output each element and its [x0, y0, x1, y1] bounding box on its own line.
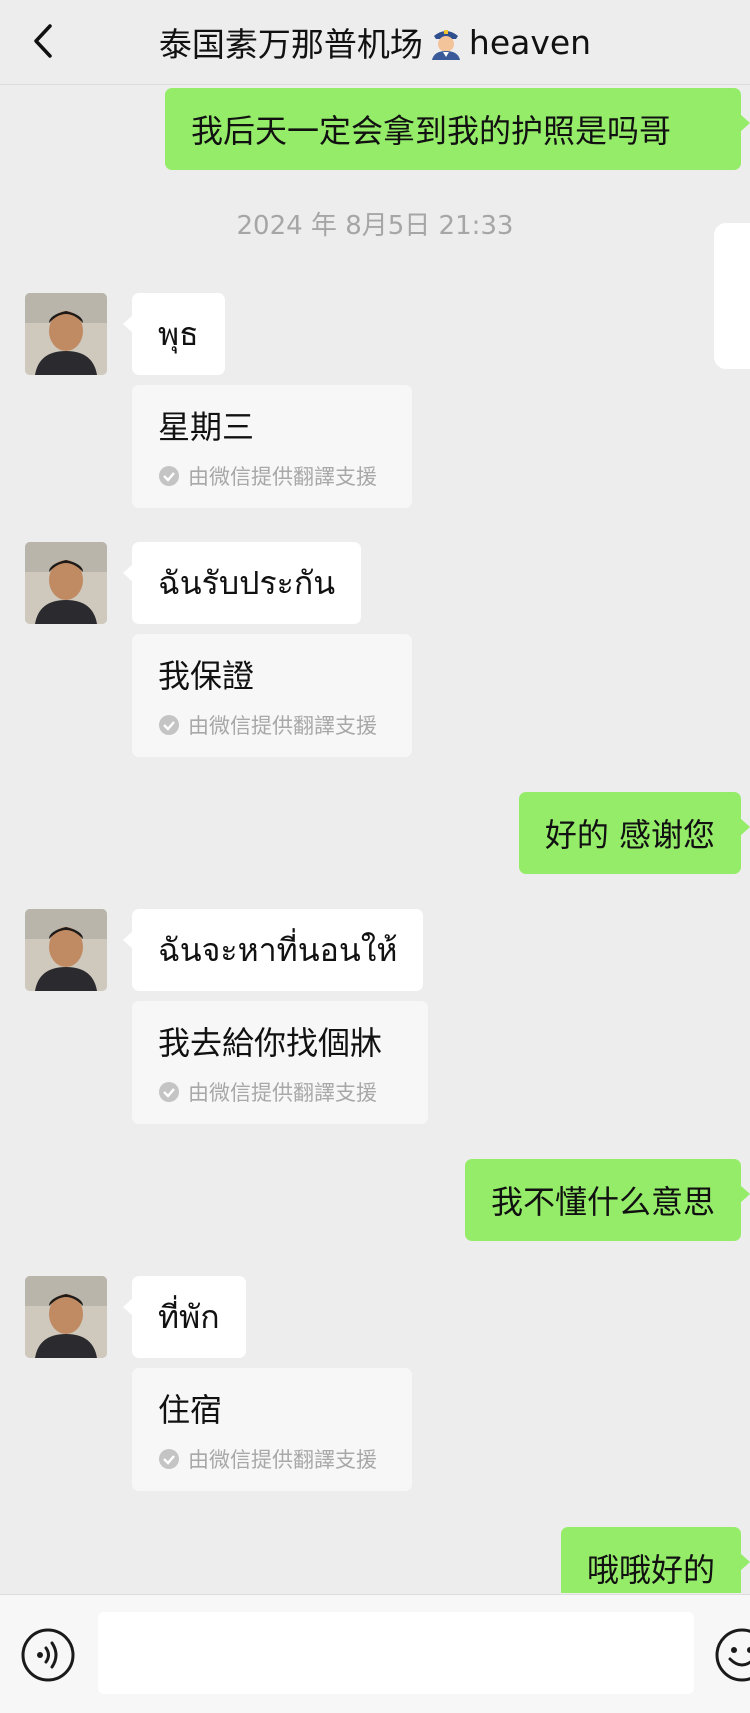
chat-title: 泰国素万那普机场 heaven: [110, 0, 640, 84]
check-circle-icon: [159, 1449, 179, 1469]
avatar[interactable]: [25, 293, 107, 375]
check-circle-icon: [159, 1082, 179, 1102]
translation-bubble[interactable]: 星期三 由微信提供翻譯支援: [132, 385, 412, 508]
outgoing-message[interactable]: 哦哦好的: [560, 1527, 750, 1593]
chevron-left-icon[interactable]: [22, 18, 68, 64]
emoji-icon[interactable]: [714, 1627, 750, 1683]
message-timestamp: 2024 年 8月5日 21:33: [236, 211, 514, 241]
message-text: พุธ: [158, 314, 199, 353]
avatar[interactable]: [25, 542, 107, 624]
message-text: ฉันจะหาที่นอนให้: [158, 930, 398, 969]
translation-source-text: 由微信提供翻譯支援: [188, 1448, 377, 1472]
message-text: 我不懂什么意思: [490, 1183, 715, 1221]
message-text: 哦哦好的: [586, 1551, 715, 1589]
outgoing-message[interactable]: 好的 感谢您: [518, 792, 750, 874]
translation-bubble[interactable]: 我去給你找個牀 由微信提供翻譯支援: [132, 1001, 428, 1124]
message-text: ที่พัก: [158, 1297, 220, 1336]
chat-title-text: 泰国素万那普机场: [158, 25, 423, 64]
input-bar: [0, 1594, 750, 1713]
translation-text: 星期三: [158, 408, 255, 446]
translation-text: 我去給你找個牀: [158, 1024, 383, 1062]
message-input[interactable]: [98, 1612, 694, 1694]
avatar[interactable]: [25, 909, 107, 991]
incoming-message[interactable]: ที่พัก: [123, 1276, 246, 1358]
translation-source: 由微信提供翻譯支援: [158, 1444, 388, 1474]
translation-bubble[interactable]: 住宿 由微信提供翻譯支援: [132, 1368, 412, 1491]
message-text: ฉันรับประกัน: [158, 563, 336, 602]
translation-source: 由微信提供翻譯支援: [158, 710, 388, 740]
voice-icon[interactable]: [20, 1627, 76, 1683]
incoming-message[interactable]: พุธ: [123, 293, 225, 375]
translation-source: 由微信提供翻譯支援: [158, 1077, 404, 1107]
chat-title-suffix: heaven: [468, 22, 592, 62]
incoming-message[interactable]: ฉันจะหาที่นอนให้: [122, 909, 424, 991]
incoming-message[interactable]: ฉันรับประกัน: [122, 542, 362, 624]
translation-text: 住宿: [158, 1391, 223, 1429]
translation-source: 由微信提供翻譯支援: [158, 461, 388, 491]
police-officer-icon: [431, 30, 460, 60]
translation-source-text: 由微信提供翻譯支援: [188, 465, 377, 489]
translation-text: 我保證: [158, 657, 255, 695]
check-circle-icon: [159, 715, 179, 735]
outgoing-message[interactable]: 我后天一定会拿到我的护照是吗哥: [165, 88, 750, 170]
message-list[interactable]: 我后天一定会拿到我的护照是吗哥 2024 年 8月5日 21:33 พุธ 星期…: [0, 85, 750, 1593]
outgoing-message[interactable]: 我不懂什么意思: [464, 1159, 750, 1241]
floating-card[interactable]: [714, 223, 750, 369]
check-circle-icon: [159, 466, 179, 486]
message-text: 我后天一定会拿到我的护照是吗哥: [191, 112, 672, 150]
avatar[interactable]: [25, 1276, 107, 1358]
chat-header: 泰国素万那普机场 heaven: [0, 0, 750, 85]
translation-source-text: 由微信提供翻譯支援: [188, 714, 377, 738]
translation-source-text: 由微信提供翻譯支援: [188, 1081, 377, 1105]
translation-bubble[interactable]: 我保證 由微信提供翻譯支援: [132, 634, 412, 757]
message-text: 好的 感谢您: [544, 816, 715, 854]
